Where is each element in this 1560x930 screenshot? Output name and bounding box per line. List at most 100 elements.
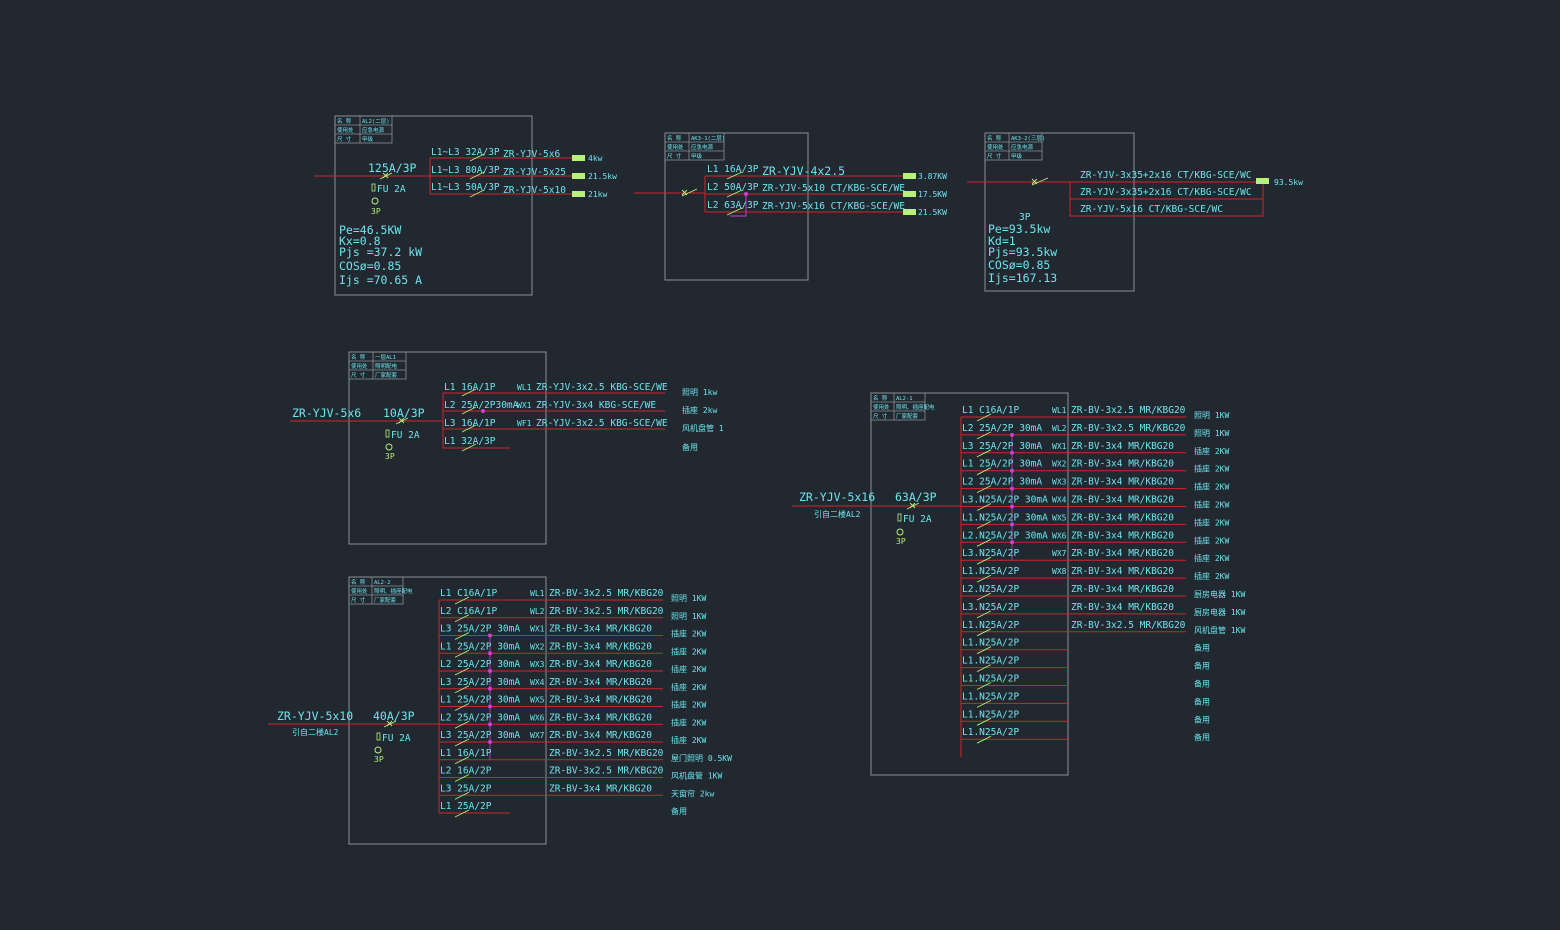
circuit-row[interactable]: L1~L3 32A/3P ZR-YJV-5x6 4kw: [430, 147, 603, 163]
circuit-load: 插座 2KW: [671, 682, 706, 692]
circuit-row[interactable]: L3 25A/2P ZR-BV-3x4 MR/KBG20 天窗帘 2kw: [439, 783, 714, 800]
circuit-row[interactable]: L3 16A/1P WF1 ZR-YJV-3x2.5 KBG-SCE/WE 风机…: [443, 418, 724, 433]
circuit-row[interactable]: L1.N25A/2P 备用: [961, 727, 1210, 744]
header-value-size: 厂家配套: [375, 371, 398, 379]
circuit-breaker: L3 25A/2P 30mA: [440, 677, 520, 688]
circuit-load: 照明 1KW: [1194, 429, 1229, 438]
circuit-load: 备用: [1194, 714, 1210, 724]
circuit-row[interactable]: L1 C16A/1P WL1 ZR-BV-3x2.5 MR/KBG20 照明 1KW: [439, 588, 706, 605]
circuit-row[interactable]: L1.N25A/2P 备用: [961, 638, 1210, 655]
circuit-row[interactable]: L1.N25A/2P 备用: [961, 691, 1210, 708]
circuit-row[interactable]: L2 50A/3P ZR-YJV-5x10 CT/KBG-SCE/WE 17.5…: [705, 182, 947, 199]
circuit-cable: ZR-BV-3x4 MR/KBG20: [549, 677, 652, 688]
circuit-load: 照明 1KW: [1194, 411, 1229, 420]
header-label-size: 尺 寸: [337, 135, 352, 143]
fuse-icon: [897, 513, 902, 522]
header-label-use: 使用处: [987, 143, 1004, 151]
circuit-row[interactable]: L1.N25A/2P ZR-BV-3x2.5 MR/KBG20 风机盘管 1KW: [961, 620, 1245, 637]
circuit-load: 风机盘管 1: [682, 423, 724, 433]
circuit-breaker: L2 25A/2P 30mA: [962, 477, 1042, 488]
circuit-row[interactable]: L1 32A/3P 备用: [443, 436, 698, 452]
circuit-cable: ZR-BV-3x4 MR/KBG20: [1071, 495, 1174, 506]
circuit-cable: ZR-BV-3x4 MR/KBG20: [1071, 584, 1174, 595]
panel-header-table: 名 称 使用处 尺 寸 一层AL1 照明配电 厂家配套: [348, 351, 407, 380]
header-label-use: 使用处: [667, 143, 684, 151]
header-label-size: 尺 寸: [667, 152, 682, 160]
circuit-cable: ZR-YJV-5x6: [503, 149, 560, 160]
circuit-row[interactable]: L2 C16A/1P WL2 ZR-BV-3x2.5 MR/KBG20 照明 1KW: [439, 606, 706, 623]
circuit-row[interactable]: L1 C16A/1P WL1 ZR-BV-3x2.5 MR/KBG20 照明 1KW: [961, 405, 1229, 422]
circuit-cable: ZR-YJV-5x10 CT/KBG-SCE/WE: [762, 183, 905, 194]
header-label-size: 尺 寸: [987, 152, 1002, 160]
circuit-row[interactable]: L1 16A/1P ZR-BV-3x2.5 MR/KBG20 屋门照明 0.5KW: [439, 748, 732, 765]
circuit-row[interactable]: L2.N25A/2P ZR-BV-3x4 MR/KBG20 厨房电器 1KW: [961, 584, 1245, 601]
circuit-cable: ZR-YJV-3x35+2x16 CT/KBG-SCE/WC: [1080, 187, 1252, 198]
circuit-row[interactable]: L1~L3 50A/3P ZR-YJV-5x10 21kw: [430, 182, 607, 199]
circuit-cable: ZR-BV-3x4 MR/KBG20: [549, 712, 652, 723]
circuit-cable: ZR-BV-3x4 MR/KBG20: [549, 659, 652, 670]
param-ijs: Ijs=167.13: [988, 271, 1057, 285]
circuit-cable: ZR-YJV-5x16 CT/KBG-SCE/WE: [762, 201, 905, 212]
circuit-breaker: L2 25A/2P 30mA: [962, 423, 1042, 434]
circuit-row[interactable]: L1 16A/3P ZR-YJV-4x2.5 3.87KW: [705, 164, 947, 181]
circuit-breaker: L1 25A/2P 30mA: [440, 641, 520, 652]
source-note: 引自二楼AL2: [292, 727, 339, 737]
circuit-row[interactable]: L1.N25A/2P 备用: [961, 674, 1210, 690]
header-value-use: 应急电源: [691, 143, 714, 151]
panel-al2-1[interactable]: 名 称 使用处 尺 寸 AL2-1 照明、插座配电 厂家配套 ZR-YJV-5x…: [792, 392, 1245, 776]
circuit-row[interactable]: L1.N25A/2P WX8 ZR-BV-3x4 MR/KBG20 插座 2KW: [961, 566, 1229, 583]
schematic-canvas[interactable]: 名 称 使用处 尺 寸 AL2(二层) 应急电源 甲级 125A/3P FU 2…: [0, 0, 1560, 930]
terminal-tag: [572, 173, 585, 179]
fuse-icon: [385, 429, 390, 438]
circuit-load: 照明 1kw: [682, 388, 717, 397]
circuit-row[interactable]: L2 63A/3P ZR-YJV-5x16 CT/KBG-SCE/WE 21.5…: [705, 194, 947, 217]
indicator-lamp-icon: [371, 197, 379, 205]
header-value-name: AL2-1: [896, 396, 913, 402]
circuit-cable: ZR-BV-3x2.5 MR/KBG20: [549, 588, 664, 599]
circuit-row[interactable]: L3.N25A/2P ZR-BV-3x4 MR/KBG20 厨房电器 1KW: [961, 602, 1245, 619]
panel-al2-2[interactable]: 名 称 使用处 尺 寸 AL2-2 照明、插座配电 厂家配套 ZR-YJV-5x…: [268, 576, 732, 845]
circuit-load: 插座 2KW: [671, 646, 706, 656]
circuit-breaker: L1~L3 80A/3P: [431, 165, 500, 176]
circuit-breaker: L2 25A/2P 30mA: [440, 712, 520, 723]
panel-ak3-1[interactable]: 名 称 使用处 尺 寸 AK3-1(二层) 应急电源 甲级 L1 16A/3P …: [634, 132, 947, 281]
circuit-cable: ZR-YJV-5x16 CT/KBG-SCE/WC: [1080, 204, 1223, 215]
header-label-size: 尺 寸: [351, 371, 366, 379]
fuse-icon: [371, 183, 376, 192]
header-value-size: 厂家配套: [374, 596, 397, 604]
circuit-load: 天窗帘 2kw: [671, 788, 714, 798]
incoming-cable: ZR-YJV-5x10: [277, 709, 353, 723]
circuit-row[interactable]: L1~L3 80A/3P ZR-YJV-5x25 21.5kw: [430, 165, 617, 181]
circuit-cable: ZR-BV-3x4 MR/KBG20: [1071, 548, 1174, 559]
circuit-row[interactable]: L3.N25A/2P WX7 ZR-BV-3x4 MR/KBG20 插座 2KW: [961, 548, 1229, 565]
circuit-cable: ZR-BV-3x2.5 MR/KBG20: [549, 606, 664, 617]
circuit-row[interactable]: L1 16A/1P WL1 ZR-YJV-3x2.5 KBG-SCE/WE 照明…: [443, 382, 717, 397]
panel-header-table: 名 称 使用处 尺 寸 AK3-2(三层) 应急电源 甲级: [984, 132, 1045, 161]
circuit-load: 插座 2KW: [1194, 571, 1229, 581]
circuit-row[interactable]: L2 16A/2P ZR-BV-3x2.5 MR/KBG20 风机盘管 1KW: [439, 766, 722, 782]
circuit-cable: ZR-BV-3x4 MR/KBG20: [549, 641, 652, 652]
circuit-cable: ZR-BV-3x4 MR/KBG20: [1071, 566, 1174, 577]
circuit-breaker: L2.N25A/2P 30mA: [962, 530, 1048, 541]
panel-al2[interactable]: 名 称 使用处 尺 寸 AL2(二层) 应急电源 甲级 125A/3P FU 2…: [314, 115, 617, 296]
terminal-tag: [572, 191, 585, 197]
circuit-breaker: L1~L3 32A/3P: [431, 147, 500, 158]
circuit-cable: ZR-BV-3x4 MR/KBG20: [549, 695, 652, 706]
circuit-cable: ZR-YJV-3x35+2x16 CT/KBG-SCE/WC: [1080, 170, 1252, 181]
panel-ak3-2[interactable]: 名 称 使用处 尺 寸 AK3-2(三层) 应急电源 甲级 3P Pe=93.5…: [967, 132, 1303, 292]
panel-al1[interactable]: 名 称 使用处 尺 寸 一层AL1 照明配电 厂家配套 ZR-YJV-5x6 1…: [290, 351, 724, 545]
circuit-row[interactable]: L1.N25A/2P 备用: [961, 709, 1210, 726]
circuit-id: WX6: [530, 713, 545, 722]
circuit-load: 备用: [682, 442, 698, 452]
circuit-load: 插座 2KW: [671, 700, 706, 710]
circuit-row[interactable]: L1 25A/2P 备用: [439, 801, 687, 818]
header-value-size: 甲级: [691, 152, 703, 160]
header-label-use: 使用处: [337, 126, 354, 134]
panel-header-table: 名 称 使用处 尺 寸 AL2-2 照明、插座配电 厂家配套: [348, 576, 413, 605]
circuit-load: 风机盘管 1KW: [1194, 625, 1245, 635]
circuit-row[interactable]: L1.N25A/2P 备用: [961, 656, 1210, 673]
circuit-row[interactable]: L2 25A/2P30mA WX1 ZR-YJV-3x4 KBG-SCE/WE …: [443, 400, 717, 415]
incoming-cable: ZR-YJV-5x16: [799, 490, 875, 504]
circuit-load: 插座 2kw: [682, 405, 717, 415]
circuit-load: 插座 2KW: [1194, 464, 1229, 474]
